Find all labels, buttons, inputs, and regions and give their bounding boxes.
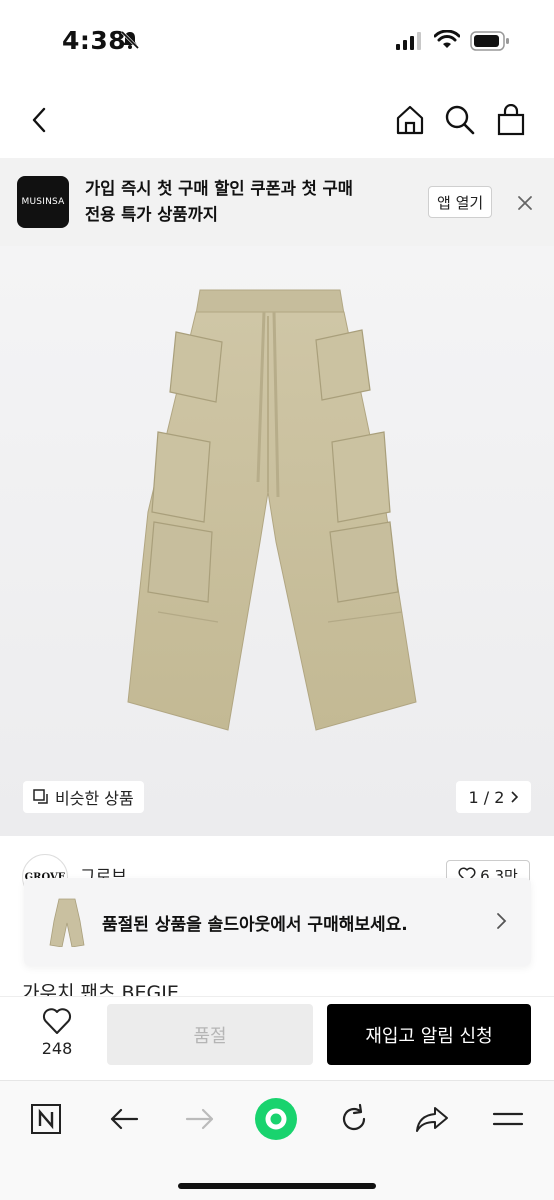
browser-back-button[interactable] <box>102 1097 146 1141</box>
search-icon <box>445 105 475 135</box>
promo-line-2: 전용 특가 상품까지 <box>85 205 218 224</box>
similar-items-label: 비슷한 상품 <box>55 789 134 808</box>
promo-line-1: 가입 즉시 첫 구매 할인 쿠폰과 첫 구매 <box>85 179 353 198</box>
green-dot-button[interactable] <box>254 1097 298 1141</box>
promo-message: 가입 즉시 첫 구매 할인 쿠폰과 첫 구매 전용 특가 상품까지 <box>85 176 405 228</box>
wishlist-button[interactable]: 248 <box>30 1007 84 1071</box>
status-bar: 4:38 <box>0 0 554 82</box>
shopping-bag-icon <box>497 104 525 136</box>
refresh-icon <box>342 1103 366 1131</box>
wifi-icon <box>433 29 461 54</box>
back-button[interactable] <box>20 100 60 140</box>
app-promo-banner: MUSINSA 가입 즉시 첫 구매 할인 쿠폰과 첫 구매 전용 특가 상품까… <box>0 158 554 246</box>
product-image-gallery[interactable]: 비슷한 상품 1 / 2 <box>0 246 554 836</box>
gallery-page-indicator[interactable]: 1 / 2 <box>456 781 531 813</box>
close-icon <box>518 196 532 210</box>
heart-outline-icon <box>42 1008 72 1034</box>
share-button[interactable] <box>410 1097 454 1141</box>
home-indicator <box>178 1183 376 1189</box>
chevron-right-icon <box>495 912 507 934</box>
share-arrow-icon <box>416 1107 448 1132</box>
open-app-button[interactable]: 앱 열기 <box>428 186 493 218</box>
green-dot-icon <box>255 1098 297 1140</box>
soldout-notice-text: 품절된 상품을 솔드아웃에서 구매해보세요. <box>102 915 408 935</box>
arrow-left-icon <box>110 1108 139 1130</box>
silent-bell-icon <box>120 30 140 54</box>
purchase-bar: 248 품절 재입고 알림 신청 <box>0 996 554 1080</box>
soldout-button: 품절 <box>107 1004 313 1065</box>
close-banner-button[interactable] <box>514 192 536 214</box>
page-indicator-text: 1 / 2 <box>468 787 505 807</box>
chevron-left-icon <box>32 107 46 133</box>
arrow-right-icon <box>185 1108 214 1130</box>
browser-toolbar <box>0 1080 554 1200</box>
hamburger-menu-icon <box>492 1112 524 1126</box>
app-header <box>0 82 554 158</box>
soldout-notice-card[interactable]: 품절된 상품을 솔드아웃에서 구매해보세요. <box>24 878 531 966</box>
battery-icon <box>470 31 510 55</box>
cargo-pants-image <box>127 289 417 731</box>
similar-items-button[interactable]: 비슷한 상품 <box>23 781 144 813</box>
browser-forward-button[interactable] <box>178 1097 222 1141</box>
refresh-button[interactable] <box>332 1097 376 1141</box>
chevron-right-icon <box>511 791 519 803</box>
naver-n-icon <box>31 1104 61 1134</box>
cart-button[interactable] <box>491 100 531 140</box>
cellular-signal-icon <box>396 32 422 54</box>
wishlist-count: 248 <box>41 1039 73 1058</box>
home-icon <box>396 105 424 135</box>
copy-squares-icon <box>33 789 48 804</box>
menu-button[interactable] <box>486 1097 530 1141</box>
search-button[interactable] <box>440 100 480 140</box>
home-button[interactable] <box>390 100 430 140</box>
status-time: 4:38 <box>62 26 127 55</box>
musinsa-logo: MUSINSA <box>17 176 69 228</box>
naver-home-button[interactable] <box>24 1097 68 1141</box>
soldout-thumbnail <box>38 894 96 950</box>
restock-alert-button[interactable]: 재입고 알림 신청 <box>327 1004 531 1065</box>
